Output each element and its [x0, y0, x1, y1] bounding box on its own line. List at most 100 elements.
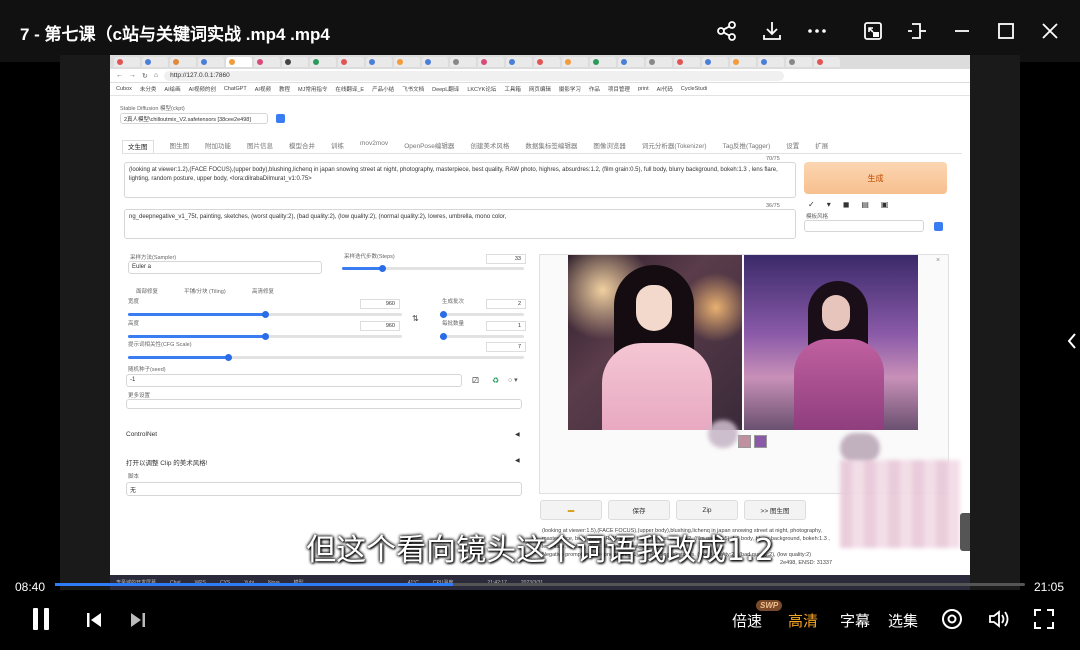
batch-size-slider[interactable]	[440, 333, 524, 340]
bookmark-item[interactable]: AI视频的创	[189, 85, 216, 93]
generated-image-1[interactable]	[568, 255, 742, 430]
tab-tagger[interactable]: Tag反推(Tagger)	[723, 140, 771, 153]
extra-seed-checkbox[interactable]: ○ ▾	[508, 376, 518, 384]
bookmark-item[interactable]: MJ常用指令	[298, 85, 327, 93]
maximize-icon[interactable]	[991, 16, 1021, 46]
clip-style-section[interactable]: 打开以调整 Clip 的美术风格!	[126, 457, 208, 467]
steps-slider[interactable]	[342, 265, 524, 272]
thumbnail-2[interactable]	[754, 435, 767, 448]
tab-txt2img[interactable]: 文生图	[122, 140, 154, 153]
swap-dimensions-icon[interactable]: ⇅	[412, 314, 419, 323]
dice-icon[interactable]: ⚂	[472, 376, 479, 385]
tab-merge[interactable]: 模型合并	[289, 140, 315, 153]
tiling-checkbox[interactable]: 平铺/分块 (Tiling)	[184, 287, 226, 295]
browser-tab[interactable]	[394, 57, 420, 67]
browser-tab[interactable]	[702, 57, 728, 67]
subtitle-button[interactable]: 字幕	[840, 610, 870, 631]
browser-tab[interactable]	[450, 57, 476, 67]
tab-extensions[interactable]: 扩展	[815, 140, 828, 153]
fullscreen-icon[interactable]	[1032, 607, 1056, 631]
browser-tab[interactable]	[114, 57, 140, 67]
bookmark-item[interactable]: print	[638, 86, 649, 92]
browser-tab[interactable]	[506, 57, 532, 67]
recycle-icon[interactable]: ♻	[492, 376, 499, 385]
sampler-select[interactable]: Euler a	[128, 261, 322, 274]
refresh-icon[interactable]	[276, 114, 285, 123]
negative-prompt-input[interactable]: ng_deepnegative_v1_75t, painting, sketch…	[124, 209, 796, 239]
save-icon[interactable]: ▣	[881, 200, 889, 209]
bookmark-item[interactable]: 飞书文档	[402, 85, 424, 93]
height-input[interactable]: 960	[360, 321, 400, 331]
generate-button[interactable]: 生成	[804, 162, 947, 194]
previous-icon[interactable]	[84, 610, 104, 630]
home-icon[interactable]: ⌂	[154, 72, 158, 79]
browser-tab[interactable]	[338, 57, 364, 67]
batch-count-slider[interactable]	[440, 311, 524, 318]
apply-style-icon[interactable]	[934, 222, 943, 231]
browser-tab[interactable]	[534, 57, 560, 67]
open-folder-button[interactable]: ▬	[540, 500, 602, 520]
browser-tab[interactable]	[226, 57, 252, 67]
pip-icon[interactable]	[858, 16, 888, 46]
generated-image-2[interactable]	[744, 255, 918, 430]
browser-tab[interactable]	[254, 57, 280, 67]
height-slider[interactable]	[128, 333, 402, 340]
thumbnail-1[interactable]	[738, 435, 751, 448]
bookmark-item[interactable]: 作品	[589, 85, 600, 93]
bookmark-item[interactable]: AI视频	[255, 85, 271, 93]
bookmark-item[interactable]: 项目管理	[608, 85, 630, 93]
episodes-button[interactable]: 选集	[888, 610, 918, 631]
bookmark-item[interactable]: LKCYK论坛	[467, 85, 496, 93]
download-icon[interactable]	[757, 16, 787, 46]
quality-button[interactable]: 高清	[788, 610, 818, 631]
bookmark-item[interactable]: 摄影学习	[559, 85, 581, 93]
browser-tab[interactable]	[142, 57, 168, 67]
speed-button[interactable]: 倍速	[732, 610, 762, 631]
batch-count-input[interactable]: 2	[486, 299, 526, 309]
bookmark-item[interactable]: 在线翻译_E	[335, 85, 364, 93]
seed-input[interactable]: -1	[126, 374, 462, 387]
browser-tab[interactable]	[618, 57, 644, 67]
style-icon[interactable]: ◼	[843, 200, 850, 209]
volume-icon[interactable]	[987, 607, 1011, 631]
width-slider[interactable]	[128, 311, 402, 318]
bookmark-item[interactable]: 产品小结	[372, 85, 394, 93]
cfg-input[interactable]: 7	[486, 342, 526, 352]
restore-faces-checkbox[interactable]: 面部修复	[136, 287, 158, 295]
side-panel-toggle-icon[interactable]	[1066, 331, 1078, 351]
browser-tab[interactable]	[674, 57, 700, 67]
clipboard-icon[interactable]: ▤	[861, 200, 869, 209]
bookmark-item[interactable]: 工具箱	[504, 85, 521, 93]
send-img2img-button[interactable]: >> 图生图	[744, 500, 806, 520]
tab-openpose[interactable]: OpenPose编辑器	[404, 140, 454, 153]
url-input[interactable]: http://127.0.0.1:7860	[164, 70, 785, 81]
positive-prompt-input[interactable]: (looking at viewer:1.2),(FACE FOCUS),(up…	[124, 162, 796, 198]
zip-button[interactable]: Zip	[676, 500, 738, 520]
bookmark-item[interactable]: Cubox	[116, 86, 132, 92]
tab-dataset[interactable]: 数据集标签编辑器	[525, 140, 577, 153]
tab-tokenizer[interactable]: 词元分析器(Tokenizer)	[642, 140, 707, 153]
browser-tab[interactable]	[758, 57, 784, 67]
bookmark-item[interactable]: AI绘画	[164, 85, 180, 93]
tab-style[interactable]: 创建美术风格	[470, 140, 509, 153]
browser-tab[interactable]	[366, 57, 392, 67]
browser-tab[interactable]	[730, 57, 756, 67]
browser-tab[interactable]	[170, 57, 196, 67]
bookmark-item[interactable]: ChatGPT	[224, 86, 247, 92]
browser-tab[interactable]	[646, 57, 672, 67]
tab-png-info[interactable]: 图片信息	[247, 140, 273, 153]
minimize-icon[interactable]	[947, 16, 977, 46]
share-icon[interactable]	[712, 16, 742, 46]
controlnet-section[interactable]: ControlNet	[126, 431, 157, 438]
browser-tab[interactable]	[282, 57, 308, 67]
batch-size-input[interactable]: 1	[486, 321, 526, 331]
tab-browser[interactable]: 图像浏览器	[593, 140, 626, 153]
browser-tab[interactable]	[422, 57, 448, 67]
back-icon[interactable]: ←	[116, 72, 123, 79]
progress-bar[interactable]	[55, 583, 1025, 586]
style-select[interactable]	[804, 220, 924, 232]
bookmark-item[interactable]: 网页编辑	[529, 85, 551, 93]
pause-icon[interactable]	[28, 605, 54, 633]
gallery-close-icon[interactable]: ×	[936, 257, 940, 264]
close-icon[interactable]	[1035, 16, 1065, 46]
